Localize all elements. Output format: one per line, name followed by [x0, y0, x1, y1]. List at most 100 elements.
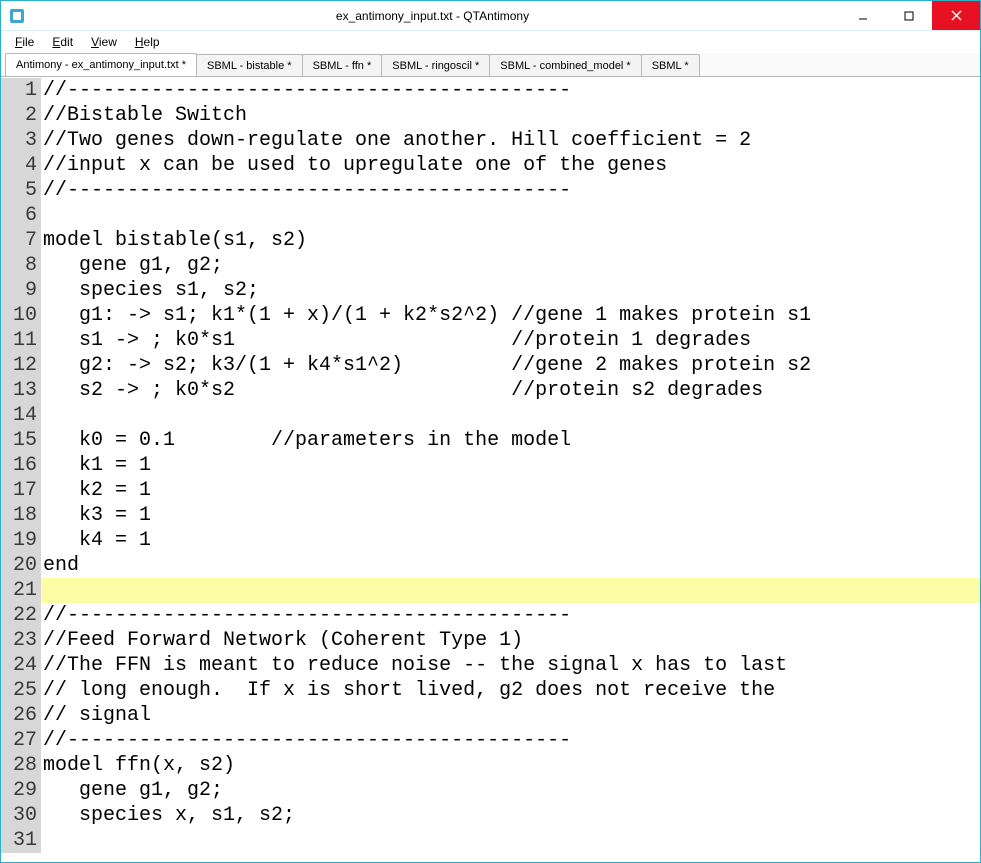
code-text[interactable]: //The FFN is meant to reduce noise -- th…	[41, 653, 980, 678]
code-line: 27//------------------------------------…	[1, 728, 980, 753]
close-button[interactable]	[932, 1, 980, 30]
editor-area: 1//-------------------------------------…	[1, 77, 980, 862]
tab-1[interactable]: SBML - bistable *	[196, 54, 303, 76]
line-number: 12	[1, 353, 41, 378]
tab-5[interactable]: SBML *	[641, 54, 700, 76]
line-number: 17	[1, 478, 41, 503]
code-line: 21	[1, 578, 980, 603]
code-line: 3//Two genes down-regulate one another. …	[1, 128, 980, 153]
code-text[interactable]: //--------------------------------------…	[41, 728, 980, 753]
code-line: 10 g1: -> s1; k1*(1 + x)/(1 + k2*s2^2) /…	[1, 303, 980, 328]
code-line: 25// long enough. If x is short lived, g…	[1, 678, 980, 703]
code-line: 14	[1, 403, 980, 428]
code-line: 5//-------------------------------------…	[1, 178, 980, 203]
code-text[interactable]: k4 = 1	[41, 528, 980, 553]
menu-file[interactable]: File	[7, 33, 42, 51]
line-number: 31	[1, 828, 41, 853]
titlebar: ex_antimony_input.txt - QTAntimony	[1, 1, 980, 31]
code-text[interactable]: //input x can be used to upregulate one …	[41, 153, 980, 178]
code-line: 29 gene g1, g2;	[1, 778, 980, 803]
line-number: 11	[1, 328, 41, 353]
code-line: 18 k3 = 1	[1, 503, 980, 528]
code-text[interactable]: species x, s1, s2;	[41, 803, 980, 828]
code-line: 1//-------------------------------------…	[1, 78, 980, 103]
code-line: 9 species s1, s2;	[1, 278, 980, 303]
code-text[interactable]	[41, 403, 980, 428]
code-text[interactable]: k3 = 1	[41, 503, 980, 528]
tabbar: Antimony - ex_antimony_input.txt *SBML -…	[1, 53, 980, 77]
code-text[interactable]	[41, 578, 980, 603]
line-number: 7	[1, 228, 41, 253]
line-number: 10	[1, 303, 41, 328]
code-line: 24//The FFN is meant to reduce noise -- …	[1, 653, 980, 678]
line-number: 13	[1, 378, 41, 403]
code-line: 26// signal	[1, 703, 980, 728]
code-line: 15 k0 = 0.1 //parameters in the model	[1, 428, 980, 453]
minimize-button[interactable]	[840, 1, 886, 30]
code-text[interactable]: gene g1, g2;	[41, 253, 980, 278]
code-line: 23//Feed Forward Network (Coherent Type …	[1, 628, 980, 653]
code-text[interactable]: s2 -> ; k0*s2 //protein s2 degrades	[41, 378, 980, 403]
code-text[interactable]: model ffn(x, s2)	[41, 753, 980, 778]
code-text[interactable]: end	[41, 553, 980, 578]
menubar: FileEditViewHelp	[1, 31, 980, 53]
code-text[interactable]: //--------------------------------------…	[41, 178, 980, 203]
code-text[interactable]: model bistable(s1, s2)	[41, 228, 980, 253]
code-line: 22//------------------------------------…	[1, 603, 980, 628]
line-number: 1	[1, 78, 41, 103]
code-line: 6	[1, 203, 980, 228]
line-number: 25	[1, 678, 41, 703]
code-table: 1//-------------------------------------…	[1, 78, 980, 853]
line-number: 6	[1, 203, 41, 228]
code-text[interactable]	[41, 203, 980, 228]
code-text[interactable]: // signal	[41, 703, 980, 728]
line-number: 19	[1, 528, 41, 553]
code-text[interactable]: // long enough. If x is short lived, g2 …	[41, 678, 980, 703]
code-text[interactable]: s1 -> ; k0*s1 //protein 1 degrades	[41, 328, 980, 353]
code-text[interactable]: //--------------------------------------…	[41, 78, 980, 103]
code-line: 30 species x, s1, s2;	[1, 803, 980, 828]
code-line: 11 s1 -> ; k0*s1 //protein 1 degrades	[1, 328, 980, 353]
code-text[interactable]: k0 = 0.1 //parameters in the model	[41, 428, 980, 453]
code-line: 13 s2 -> ; k0*s2 //protein s2 degrades	[1, 378, 980, 403]
tab-2[interactable]: SBML - ffn *	[302, 54, 383, 76]
line-number: 20	[1, 553, 41, 578]
tab-0[interactable]: Antimony - ex_antimony_input.txt *	[5, 53, 197, 76]
app-icon	[9, 8, 25, 24]
maximize-button[interactable]	[886, 1, 932, 30]
code-editor[interactable]: 1//-------------------------------------…	[1, 78, 980, 862]
code-line: 31	[1, 828, 980, 853]
code-line: 20end	[1, 553, 980, 578]
menu-view[interactable]: View	[83, 33, 125, 51]
line-number: 8	[1, 253, 41, 278]
code-text[interactable]: k1 = 1	[41, 453, 980, 478]
code-line: 7model bistable(s1, s2)	[1, 228, 980, 253]
code-text[interactable]: //Feed Forward Network (Coherent Type 1)	[41, 628, 980, 653]
menu-edit[interactable]: Edit	[44, 33, 81, 51]
line-number: 5	[1, 178, 41, 203]
line-number: 14	[1, 403, 41, 428]
app-window: ex_antimony_input.txt - QTAntimony FileE…	[0, 0, 981, 863]
code-line: 16 k1 = 1	[1, 453, 980, 478]
line-number: 26	[1, 703, 41, 728]
line-number: 23	[1, 628, 41, 653]
code-text[interactable]: species s1, s2;	[41, 278, 980, 303]
code-text[interactable]: //--------------------------------------…	[41, 603, 980, 628]
code-text[interactable]: g2: -> s2; k3/(1 + k4*s1^2) //gene 2 mak…	[41, 353, 980, 378]
code-line: 8 gene g1, g2;	[1, 253, 980, 278]
code-line: 2//Bistable Switch	[1, 103, 980, 128]
code-text[interactable]: g1: -> s1; k1*(1 + x)/(1 + k2*s2^2) //ge…	[41, 303, 980, 328]
code-text[interactable]: gene g1, g2;	[41, 778, 980, 803]
tab-4[interactable]: SBML - combined_model *	[489, 54, 641, 76]
titlebar-left	[1, 8, 25, 24]
menu-help[interactable]: Help	[127, 33, 168, 51]
code-text[interactable]: //Two genes down-regulate one another. H…	[41, 128, 980, 153]
close-icon	[951, 10, 962, 21]
code-line: 19 k4 = 1	[1, 528, 980, 553]
line-number: 4	[1, 153, 41, 178]
line-number: 22	[1, 603, 41, 628]
code-text[interactable]	[41, 828, 980, 853]
code-text[interactable]: //Bistable Switch	[41, 103, 980, 128]
tab-3[interactable]: SBML - ringoscil *	[381, 54, 490, 76]
code-text[interactable]: k2 = 1	[41, 478, 980, 503]
